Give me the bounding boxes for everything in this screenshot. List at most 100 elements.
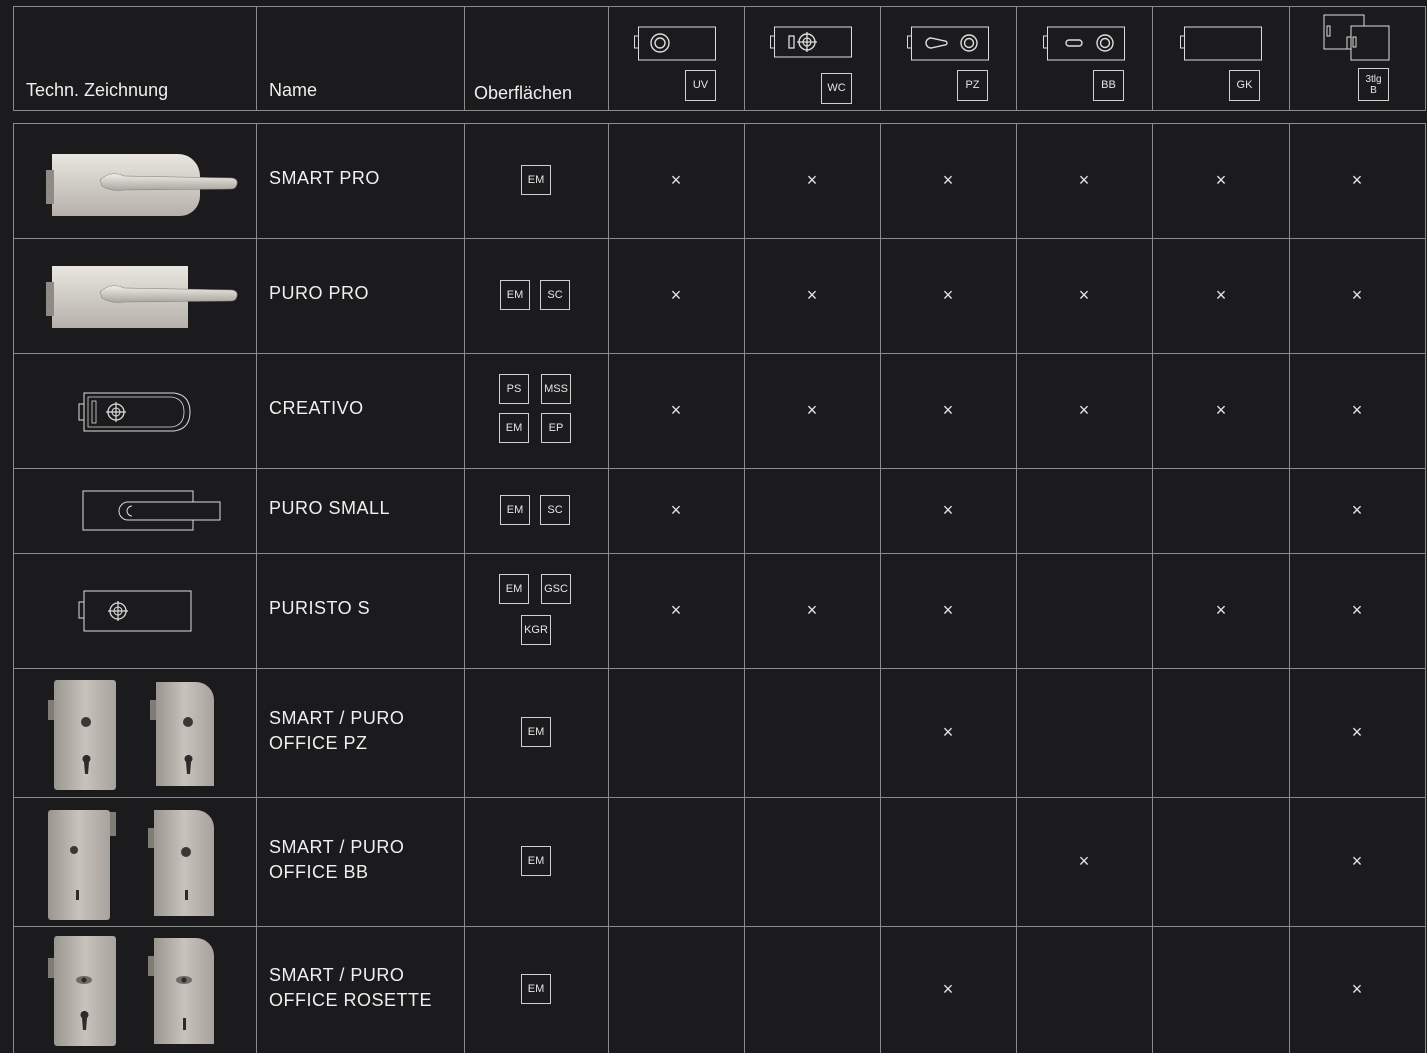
- availability-mark: ×: [1351, 721, 1363, 742]
- row-divider: [13, 797, 1426, 798]
- header-finishes: Oberflächen: [474, 83, 573, 103]
- column-divider: [464, 123, 465, 1053]
- row-divider: [13, 553, 1426, 554]
- availability-mark: ×: [1078, 284, 1090, 305]
- finish-badge: EP: [541, 412, 571, 443]
- pz-lock-icon: [907, 26, 989, 61]
- wc-lock-icon: [770, 26, 852, 58]
- availability-mark: ×: [1351, 599, 1363, 620]
- finish-badge: EM: [500, 279, 530, 310]
- product-name: PURO SMALL: [269, 498, 391, 518]
- handle-lock-photo-icon: [46, 154, 238, 216]
- availability-mark: ×: [806, 399, 818, 420]
- divider: [1425, 6, 1426, 110]
- product-name: SMART / PURO OFFICE BB: [269, 836, 405, 882]
- product-name: SMART / PURO OFFICE ROSETTE: [269, 964, 433, 1010]
- header-drawing: Techn. Zeichnung: [26, 80, 169, 100]
- column-divider: [744, 123, 745, 1053]
- divider: [464, 6, 465, 110]
- variant-badge-3tlg: 3tlg B: [1358, 68, 1389, 101]
- availability-mark: ×: [942, 399, 954, 420]
- product-name: SMART / PURO OFFICE PZ: [269, 707, 405, 753]
- variant-badge-bb: BB: [1093, 70, 1124, 101]
- availability-mark: ×: [942, 169, 954, 190]
- availability-mark: ×: [1215, 399, 1227, 420]
- availability-mark: ×: [1078, 399, 1090, 420]
- product-name: CREATIVO: [269, 398, 364, 418]
- divider: [1016, 6, 1017, 110]
- finish-badge: EM: [500, 494, 530, 525]
- availability-mark: ×: [670, 399, 682, 420]
- availability-mark: ×: [806, 284, 818, 305]
- availability-mark: ×: [1351, 169, 1363, 190]
- availability-mark: ×: [806, 169, 818, 190]
- availability-mark: ×: [670, 599, 682, 620]
- availability-mark: ×: [942, 721, 954, 742]
- finish-badge: EM: [499, 573, 529, 604]
- header-name: Name: [269, 80, 318, 100]
- row-divider: [13, 123, 1426, 124]
- divider: [1289, 6, 1290, 110]
- row-divider: [13, 468, 1426, 469]
- column-divider: [1016, 123, 1017, 1053]
- variant-badge-wc: WC: [821, 73, 852, 104]
- row-divider: [13, 238, 1426, 239]
- product-name: PURISTO S: [269, 598, 371, 618]
- availability-mark: ×: [942, 499, 954, 520]
- row-divider: [13, 926, 1426, 927]
- creativo-drawing-icon: [78, 392, 191, 432]
- finish-badge: EM: [521, 845, 551, 876]
- variant-badge-uv: UV: [685, 70, 716, 101]
- column-divider: [1152, 123, 1153, 1053]
- row-divider: [13, 668, 1426, 669]
- divider: [1152, 6, 1153, 110]
- finish-badge: KGR: [521, 614, 551, 645]
- column-divider: [1289, 123, 1290, 1053]
- finish-badge: SC: [540, 494, 570, 525]
- gk-lock-icon: [1180, 26, 1262, 61]
- handle-lock-photo-icon: [46, 266, 238, 328]
- finish-badge: PS: [499, 373, 529, 404]
- availability-mark: ×: [1351, 284, 1363, 305]
- office-lock-photo-icon: [48, 680, 214, 790]
- puristo-drawing-icon: [78, 590, 192, 632]
- availability-mark: ×: [670, 499, 682, 520]
- variant-badge-gk: GK: [1229, 70, 1260, 101]
- uv-lock-icon: [634, 26, 716, 61]
- finish-badge: EM: [499, 412, 529, 443]
- availability-mark: ×: [806, 599, 818, 620]
- three-part-lock-icon: [1323, 14, 1390, 61]
- header-bottom-border: [13, 110, 1426, 111]
- bb-lock-icon: [1043, 26, 1125, 61]
- availability-mark: ×: [1215, 599, 1227, 620]
- availability-mark: ×: [942, 599, 954, 620]
- product-name: SMART PRO: [269, 168, 380, 188]
- column-divider: [880, 123, 881, 1053]
- availability-mark: ×: [942, 284, 954, 305]
- finish-badge: MSS: [541, 373, 571, 404]
- availability-mark: ×: [1215, 284, 1227, 305]
- availability-mark: ×: [1351, 499, 1363, 520]
- finish-badge: SC: [540, 279, 570, 310]
- divider: [256, 6, 257, 110]
- office-lock-photo-icon: [48, 936, 214, 1046]
- column-divider: [13, 123, 14, 1053]
- availability-mark: ×: [1351, 850, 1363, 871]
- availability-mark: ×: [670, 169, 682, 190]
- availability-mark: ×: [1078, 169, 1090, 190]
- office-lock-photo-icon: [48, 810, 214, 920]
- availability-mark: ×: [670, 284, 682, 305]
- availability-mark: ×: [1351, 978, 1363, 999]
- availability-mark: ×: [942, 978, 954, 999]
- divider: [608, 6, 609, 110]
- column-divider: [1425, 123, 1426, 1053]
- availability-mark: ×: [1215, 169, 1227, 190]
- product-table: Techn. Zeichnung Name Oberflächen UV WC …: [0, 0, 1427, 1053]
- availability-mark: ×: [1351, 399, 1363, 420]
- product-name: PURO PRO: [269, 283, 370, 303]
- finish-badge: EM: [521, 164, 551, 195]
- finish-badge: GSC: [541, 573, 571, 604]
- puro-small-drawing-icon: [82, 490, 221, 531]
- row-divider: [13, 353, 1426, 354]
- variant-badge-pz: PZ: [957, 70, 988, 101]
